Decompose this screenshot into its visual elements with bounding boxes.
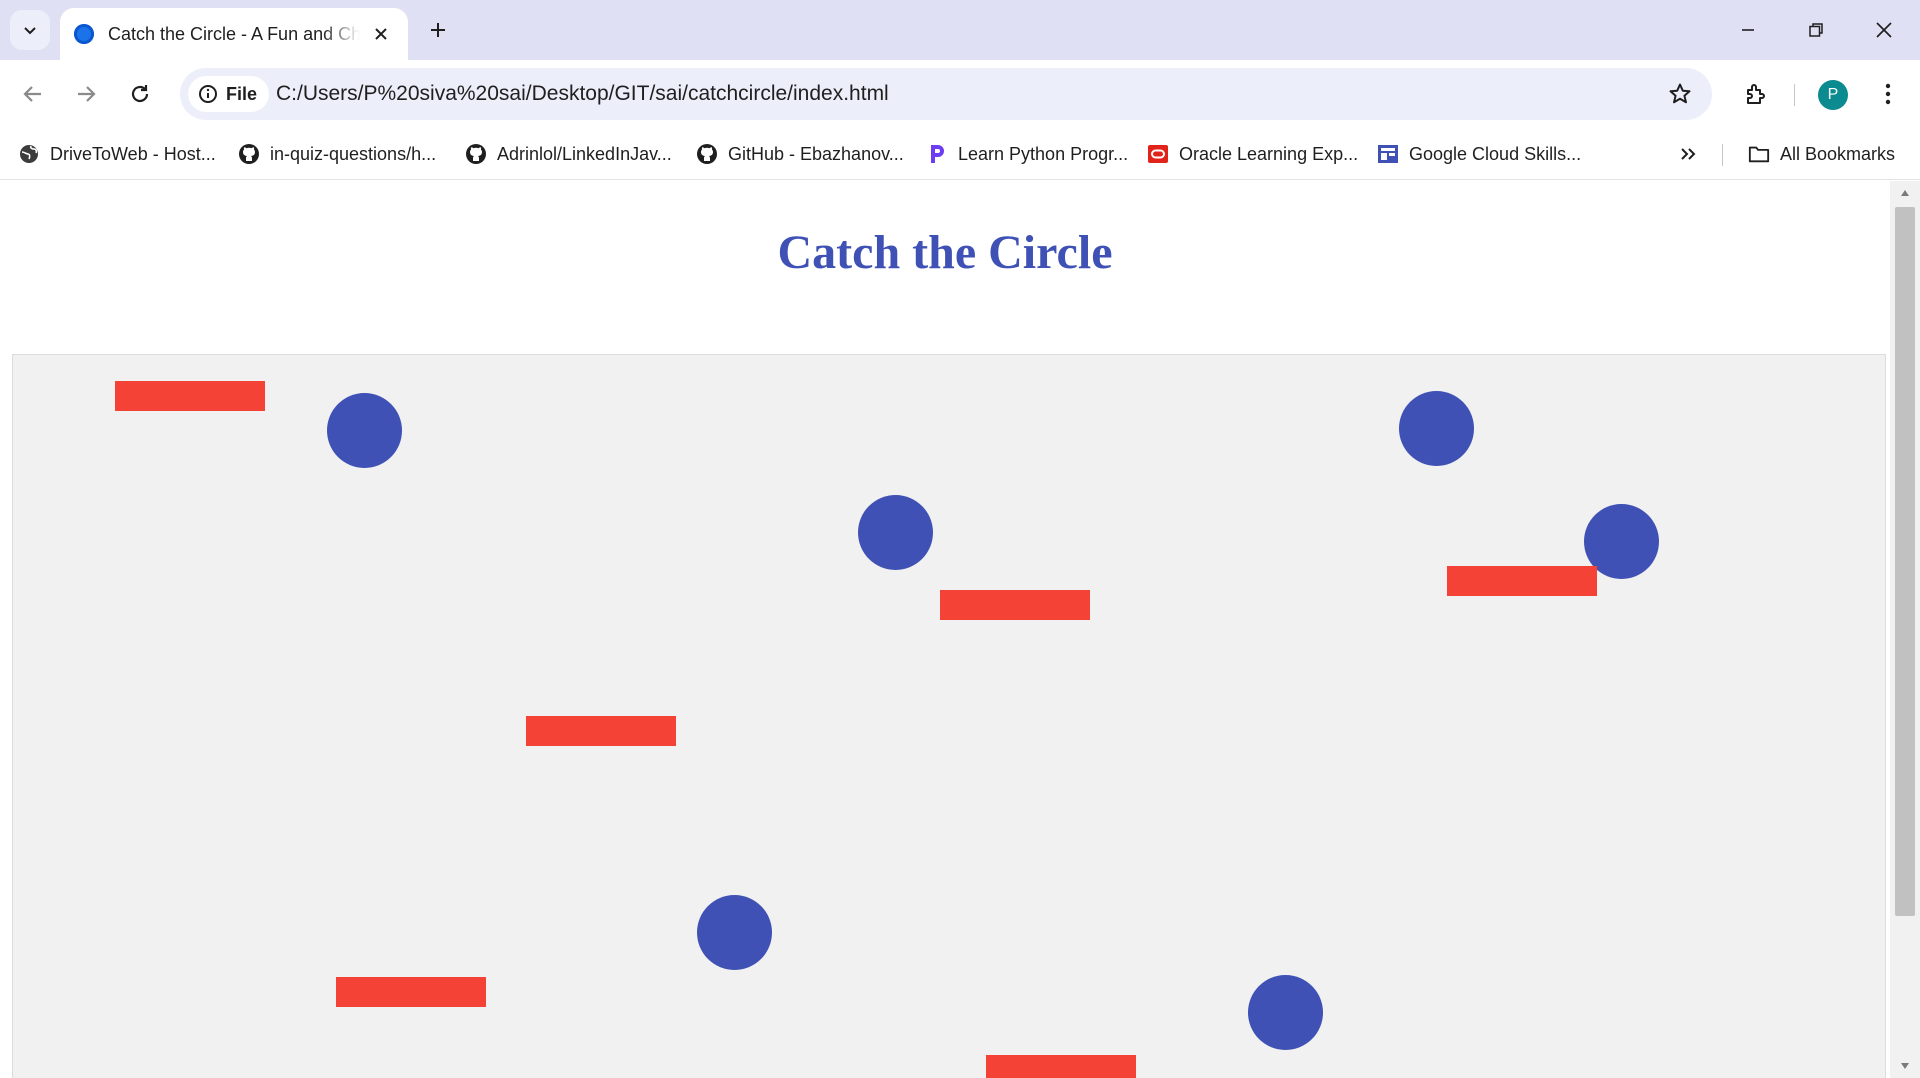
obstacle-bar bbox=[986, 1055, 1136, 1078]
globe-icon bbox=[74, 24, 94, 44]
star-icon bbox=[1669, 83, 1691, 104]
tab-search-button[interactable] bbox=[10, 10, 50, 50]
oracle-icon bbox=[1147, 143, 1169, 165]
tab-strip: Catch the Circle - A Fun and Challenging… bbox=[0, 0, 1920, 60]
programiz-icon bbox=[926, 143, 948, 165]
target-circle[interactable] bbox=[697, 895, 772, 970]
tab-title: Catch the Circle - A Fun and Challenging… bbox=[108, 23, 360, 44]
all-bookmarks-button[interactable]: All Bookmarks bbox=[1748, 138, 1895, 170]
obstacle-bar bbox=[336, 977, 486, 1007]
bookmark-item[interactable]: Google Cloud Skills... bbox=[1377, 138, 1581, 170]
reload-button[interactable] bbox=[120, 74, 160, 114]
bookmark-item[interactable]: in-quiz-questions/h... bbox=[238, 138, 436, 170]
bookmark-item[interactable]: DriveToWeb - Host... bbox=[18, 138, 216, 170]
arrow-left-icon bbox=[23, 86, 41, 102]
folder-icon bbox=[1748, 143, 1770, 165]
minimize-icon bbox=[1742, 29, 1754, 31]
extensions-button[interactable] bbox=[1736, 74, 1776, 114]
bookmark-label: Learn Python Progr... bbox=[958, 143, 1129, 164]
target-circle[interactable] bbox=[858, 495, 933, 570]
github-icon bbox=[238, 143, 260, 165]
puzzle-icon bbox=[1747, 84, 1765, 104]
cloud-skills-icon bbox=[1377, 143, 1399, 165]
game-area[interactable] bbox=[12, 354, 1886, 1078]
browser-toolbar: File C:/Users/P%20siva%20sai/Desktop/GIT… bbox=[0, 60, 1920, 128]
bookmarks-divider bbox=[1722, 144, 1723, 166]
back-button[interactable] bbox=[13, 74, 53, 114]
bookmark-item[interactable]: Oracle Learning Exp... bbox=[1147, 138, 1358, 170]
github-icon bbox=[696, 143, 718, 165]
bookmark-label: GitHub - Ebazhanov... bbox=[728, 143, 904, 164]
github-icon bbox=[465, 143, 487, 165]
close-window-button[interactable] bbox=[1850, 0, 1918, 60]
obstacle-bar bbox=[940, 590, 1090, 620]
profile-avatar[interactable]: P bbox=[1818, 80, 1848, 110]
scrollbar-thumb[interactable] bbox=[1895, 207, 1915, 916]
scroll-up-button[interactable] bbox=[1890, 181, 1920, 205]
chevron-down-icon bbox=[24, 27, 36, 35]
plus-icon bbox=[431, 23, 445, 37]
obstacle-bar bbox=[115, 381, 265, 411]
minimize-button[interactable] bbox=[1714, 0, 1782, 60]
browser-menu-button[interactable] bbox=[1868, 74, 1908, 114]
bookmark-label: DriveToWeb - Host... bbox=[50, 143, 216, 164]
scroll-down-button[interactable] bbox=[1890, 1054, 1920, 1078]
all-bookmarks-label: All Bookmarks bbox=[1780, 143, 1896, 164]
address-bar[interactable]: File C:/Users/P%20siva%20sai/Desktop/GIT… bbox=[180, 68, 1712, 120]
bookmark-item[interactable]: Adrinlol/LinkedInJav... bbox=[465, 138, 672, 170]
triangle-down-icon bbox=[1901, 1063, 1909, 1069]
bookmark-label: Google Cloud Skills... bbox=[1409, 143, 1582, 164]
restore-button[interactable] bbox=[1782, 0, 1850, 60]
new-tab-button[interactable] bbox=[422, 14, 454, 46]
globe-icon bbox=[18, 143, 40, 165]
page-viewport: Catch the Circle bbox=[0, 181, 1890, 1078]
target-circle[interactable] bbox=[327, 393, 402, 468]
page-scrollbar[interactable] bbox=[1890, 181, 1920, 1078]
bookmark-star-button[interactable] bbox=[1666, 80, 1694, 108]
restore-icon bbox=[1809, 23, 1823, 37]
url-text[interactable]: C:/Users/P%20siva%20sai/Desktop/GIT/sai/… bbox=[276, 82, 889, 106]
close-icon bbox=[1876, 22, 1892, 38]
target-circle[interactable] bbox=[1248, 975, 1323, 1050]
reload-icon bbox=[131, 85, 149, 103]
forward-button[interactable] bbox=[66, 74, 106, 114]
close-icon[interactable] bbox=[368, 21, 394, 47]
bookmark-label: in-quiz-questions/h... bbox=[270, 143, 437, 164]
target-circle[interactable] bbox=[1399, 391, 1474, 466]
obstacle-bar bbox=[1447, 566, 1597, 596]
info-icon bbox=[199, 85, 217, 103]
bookmark-item[interactable]: Learn Python Progr... bbox=[926, 138, 1128, 170]
bookmark-item[interactable]: GitHub - Ebazhanov... bbox=[696, 138, 904, 170]
arrow-right-icon bbox=[78, 86, 96, 102]
more-vert-icon bbox=[1885, 83, 1891, 105]
obstacle-bar bbox=[526, 716, 676, 746]
active-tab[interactable]: Catch the Circle - A Fun and Challenging… bbox=[60, 8, 408, 60]
bookmark-label: Oracle Learning Exp... bbox=[1179, 143, 1359, 164]
site-info-chip[interactable]: File bbox=[188, 76, 270, 112]
chevron-double-right-icon bbox=[1681, 148, 1696, 160]
triangle-up-icon bbox=[1901, 190, 1909, 196]
page-title: Catch the Circle bbox=[777, 226, 1113, 279]
chip-label: File bbox=[226, 83, 258, 104]
toolbar-divider bbox=[1794, 84, 1795, 106]
more-bookmarks-button[interactable] bbox=[1672, 140, 1704, 168]
bookmarks-bar: DriveToWeb - Host... in-quiz-questions/h… bbox=[0, 128, 1920, 180]
bookmark-label: Adrinlol/LinkedInJav... bbox=[497, 143, 672, 164]
